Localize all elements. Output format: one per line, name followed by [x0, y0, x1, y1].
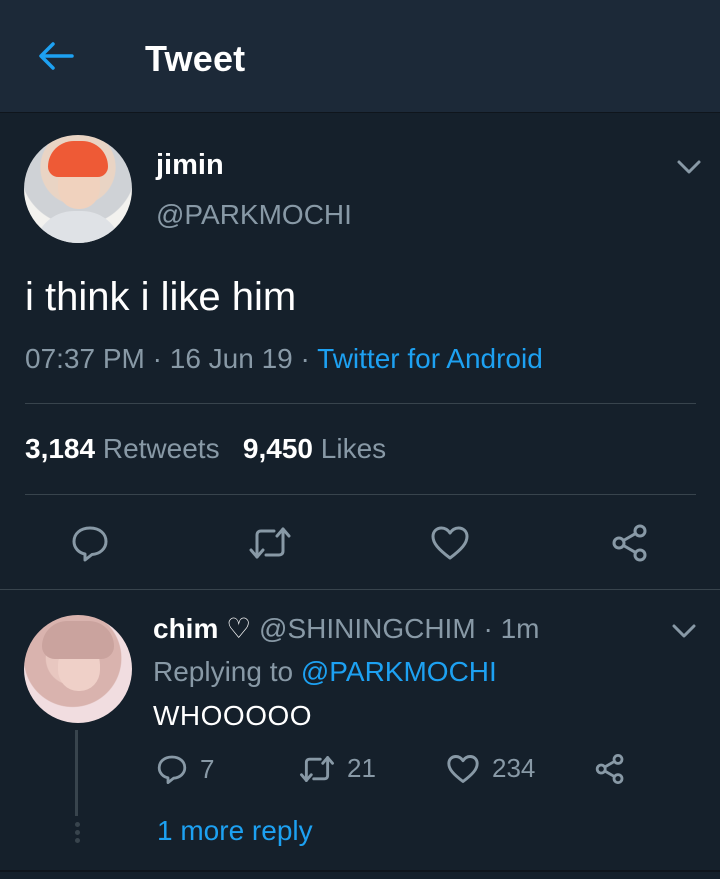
meta-separator: ·: [144, 343, 170, 374]
page-title: Tweet: [145, 38, 246, 79]
author-display-name[interactable]: jimin: [156, 149, 224, 182]
divider: [25, 494, 696, 495]
chevron-down-icon[interactable]: [671, 622, 697, 640]
tweet-stats: 3,184 Retweets 9,450 Likes: [25, 433, 386, 465]
replying-prefix: Replying to: [153, 656, 294, 687]
arrow-left-icon: [39, 42, 74, 70]
thread-line: [75, 730, 78, 816]
reply-reply-button[interactable]: 7: [156, 753, 214, 785]
heart-icon: [431, 526, 469, 560]
author-avatar[interactable]: [24, 135, 132, 243]
reply-display-name[interactable]: chim ♡: [153, 613, 251, 644]
likes-stat[interactable]: 9,450 Likes: [243, 433, 386, 464]
reply-text: WHOOOOO: [153, 700, 313, 731]
likes-label: Likes: [320, 433, 387, 464]
tweet-time: 07:37 PM: [25, 343, 145, 374]
share-button[interactable]: [608, 521, 652, 565]
author-handle[interactable]: @PARKMOCHI: [156, 199, 352, 231]
reply-icon: [157, 755, 187, 784]
heart-icon: [447, 754, 479, 783]
like-button[interactable]: [428, 521, 472, 565]
retweets-stat[interactable]: 3,184 Retweets: [25, 433, 220, 464]
retweet-icon: [300, 755, 334, 782]
back-button[interactable]: [34, 36, 78, 76]
reply-header: chim ♡ @SHININGCHIM · 1m: [153, 612, 539, 645]
divider: [0, 870, 720, 872]
chevron-down-icon[interactable]: [676, 158, 702, 176]
reply-time: 1m: [500, 613, 540, 644]
reply-icon: [72, 526, 108, 562]
like-count: 234: [492, 753, 536, 783]
replying-to: Replying to @PARKMOCHI: [153, 656, 497, 688]
reply-handle[interactable]: @SHININGCHIM: [259, 613, 476, 644]
retweet-icon: [249, 527, 291, 559]
reply-count: 7: [200, 753, 215, 784]
share-icon: [595, 754, 624, 784]
tweet-meta: 07:37 PM · 16 Jun 19 · Twitter for Andro…: [25, 343, 543, 375]
reply-author-avatar[interactable]: [24, 615, 132, 723]
reply-share-button[interactable]: [594, 753, 626, 785]
divider: [25, 403, 696, 404]
reply-retweet-button[interactable]: 21: [299, 753, 376, 784]
replying-to-link[interactable]: @PARKMOCHI: [301, 656, 497, 687]
divider: [0, 589, 720, 590]
retweets-count: 3,184: [25, 433, 96, 464]
top-bar: Tweet: [0, 0, 720, 113]
retweet-count: 21: [347, 753, 376, 783]
reply-like-button[interactable]: 234: [446, 753, 535, 784]
retweet-button[interactable]: [248, 521, 292, 565]
tweet-source-link[interactable]: Twitter for Android: [317, 343, 543, 374]
tweet-date: 16 Jun 19: [169, 343, 293, 374]
reply-button[interactable]: [68, 521, 112, 565]
meta-separator: ·: [292, 343, 318, 374]
tweet-text: i think i like him: [25, 275, 297, 319]
retweets-label: Retweets: [102, 433, 220, 464]
meta-separator: ·: [475, 613, 501, 644]
share-icon: [612, 524, 647, 562]
thread-dots: [73, 822, 81, 844]
likes-count: 9,450: [242, 433, 313, 464]
more-replies-link[interactable]: 1 more reply: [157, 815, 313, 847]
